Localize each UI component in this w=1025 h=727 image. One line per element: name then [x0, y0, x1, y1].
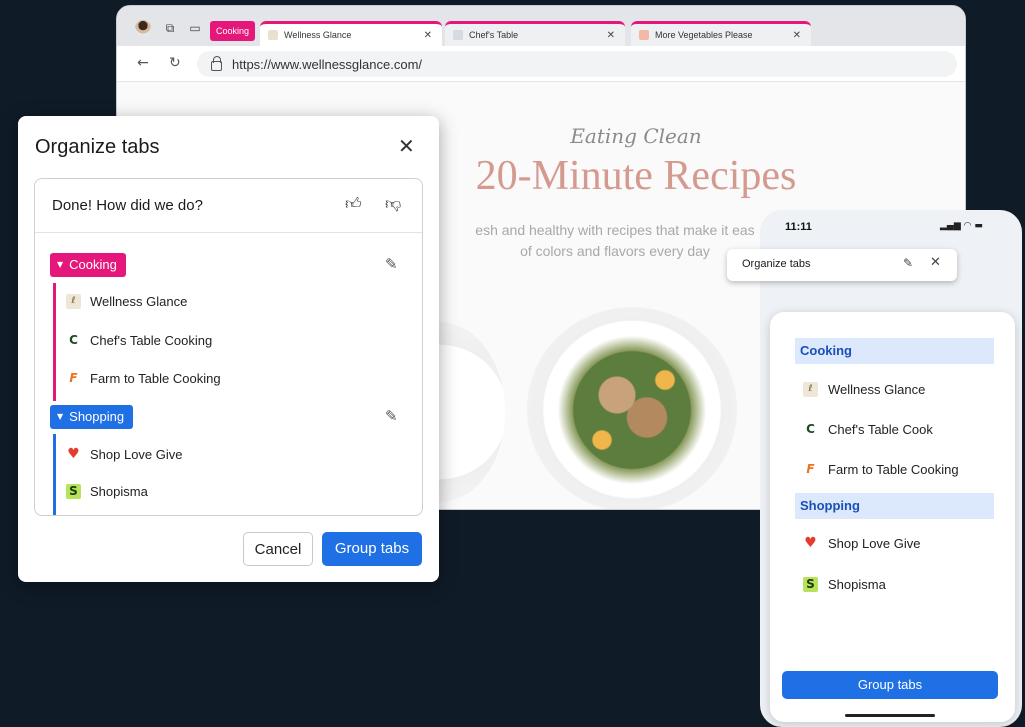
tab-actions-icon[interactable]: ▭	[187, 20, 203, 36]
browser-tab-chefs-table[interactable]: Chef's Table ✕	[445, 21, 625, 46]
tab-title: More Vegetables Please	[655, 30, 753, 40]
farm-favicon-icon: F	[69, 371, 78, 385]
tab-label: Shopisma	[90, 483, 148, 499]
chef-favicon-icon: C	[69, 333, 78, 347]
mobile-organize-header: Organize tabs ✎ ✕	[727, 249, 957, 281]
group-name: Shopping	[69, 409, 125, 424]
mobile-tab-item[interactable]: ♥ Shop Love Give	[803, 533, 921, 553]
tab-label: Chef's Table Cook	[828, 421, 933, 437]
wellness-favicon-icon: ℓ	[66, 293, 81, 309]
mobile-tab-item[interactable]: F Farm to Table Cooking	[803, 459, 959, 479]
subtitle-line: esh and healthy with recipes that make i…	[475, 222, 755, 238]
close-tab-icon[interactable]: ✕	[793, 30, 801, 41]
mobile-group-tabs-button[interactable]: Group tabs	[782, 671, 998, 699]
mobile-group-cooking[interactable]: Cooking	[795, 338, 994, 364]
mobile-tab-item[interactable]: ℓ Wellness Glance	[803, 379, 925, 399]
tab-title: Wellness Glance	[284, 30, 352, 40]
shopisma-favicon-icon: S	[66, 483, 81, 499]
edit-group-shopping-icon[interactable]: ✎	[385, 407, 398, 425]
grouping-panel: Done! How did we do? 👍︎ 👎︎ ▼ Cooking ✎ ℓ…	[34, 178, 423, 516]
edit-group-cooking-icon[interactable]: ✎	[385, 255, 398, 273]
vegetables-favicon-icon	[639, 30, 649, 40]
address-bar: ← ↻ https://www.wellnessglance.com/	[117, 46, 965, 82]
status-time: 11:11	[785, 221, 812, 233]
chef-favicon-icon	[453, 30, 463, 40]
shopisma-favicon-icon: S	[803, 576, 818, 592]
close-tab-icon[interactable]: ✕	[607, 30, 615, 41]
cancel-button[interactable]: Cancel	[243, 532, 313, 566]
feedback-text: Done! How did we do?	[52, 197, 203, 214]
browser-tab-wellness[interactable]: Wellness Glance ✕	[260, 21, 442, 46]
back-arrow-icon[interactable]: ←	[137, 55, 149, 71]
wellness-favicon-icon: ℓ	[803, 381, 818, 397]
workspaces-icon[interactable]: ⧉	[162, 20, 178, 36]
salad-image	[557, 335, 707, 485]
tab-label: Shopisma	[828, 576, 886, 592]
group-name: Cooking	[69, 257, 117, 272]
url-field[interactable]: https://www.wellnessglance.com/	[197, 51, 957, 77]
chef-favicon-icon: C	[806, 422, 815, 436]
thumbs-up-icon[interactable]: 👍︎	[345, 194, 362, 214]
grouped-tab-item[interactable]: C Chef's Table Cooking	[66, 329, 212, 351]
close-icon[interactable]: ✕	[930, 255, 941, 270]
home-indicator	[845, 714, 935, 717]
farm-favicon-icon: F	[806, 462, 815, 476]
tab-label: Farm to Table Cooking	[828, 461, 959, 477]
group-rail-cooking	[53, 283, 56, 401]
url-text: https://www.wellnessglance.com/	[232, 56, 423, 72]
group-tabs-button[interactable]: Group tabs	[322, 532, 422, 566]
signal-wifi-battery-icon: ▂▄▆ ◠ ▬	[940, 221, 983, 231]
wellness-favicon-icon	[268, 30, 278, 40]
caret-down-icon: ▼	[57, 260, 64, 269]
mobile-group-shopping[interactable]: Shopping	[795, 493, 994, 519]
mobile-header-title: Organize tabs	[742, 258, 811, 270]
refresh-icon[interactable]: ↻	[169, 55, 181, 71]
tab-label: Chef's Table Cooking	[90, 332, 213, 348]
close-icon[interactable]: ✕	[398, 134, 415, 158]
grouped-tab-item[interactable]: S Shopisma	[66, 480, 148, 502]
caret-down-icon: ▼	[57, 412, 64, 421]
grouped-tab-item[interactable]: ℓ Wellness Glance	[66, 290, 187, 312]
lock-icon	[211, 55, 222, 71]
grouped-tab-item[interactable]: F Farm to Table Cooking	[66, 367, 221, 389]
tab-label: Shop Love Give	[828, 535, 921, 551]
dialog-title: Organize tabs	[35, 136, 160, 158]
close-tab-icon[interactable]: ✕	[424, 30, 432, 41]
edit-icon[interactable]: ✎	[903, 256, 913, 270]
tab-label: Wellness Glance	[828, 381, 926, 397]
group-label-cooking[interactable]: ▼ Cooking	[50, 253, 126, 277]
tab-strip: ⧉ ▭ Cooking Wellness Glance ✕ Chef's Tab…	[117, 6, 965, 46]
browser-tab-more-vegetables[interactable]: More Vegetables Please ✕	[631, 21, 811, 46]
tab-label: Shop Love Give	[90, 446, 183, 462]
grouped-tab-item[interactable]: ♥ Shop Love Give	[66, 443, 183, 465]
tab-group-chip-cooking[interactable]: Cooking	[210, 21, 256, 41]
profile-avatar[interactable]	[135, 20, 151, 36]
thumbs-down-icon[interactable]: 👎︎	[385, 194, 401, 214]
heart-favicon-icon: ♥	[67, 446, 80, 462]
group-rail-shopping	[53, 434, 56, 515]
mobile-tab-item[interactable]: C Chef's Table Cook	[803, 419, 933, 439]
fish-salad-image	[527, 307, 737, 509]
tab-label: Wellness Glance	[90, 293, 188, 309]
group-label-shopping[interactable]: ▼ Shopping	[50, 405, 134, 429]
mobile-tab-item[interactable]: S Shopisma	[803, 574, 886, 594]
tab-label: Farm to Table Cooking	[90, 370, 221, 386]
tab-title: Chef's Table	[469, 30, 519, 40]
feedback-row: Done! How did we do? 👍︎ 👎︎	[35, 179, 422, 233]
heart-favicon-icon: ♥	[804, 535, 817, 551]
organize-tabs-dialog: Organize tabs ✕ Done! How did we do? 👍︎ …	[18, 116, 439, 582]
